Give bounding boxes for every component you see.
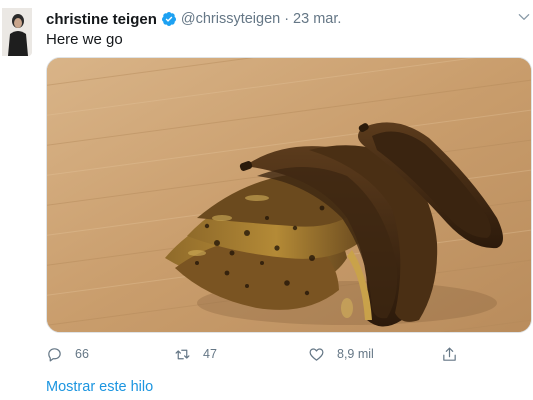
tweet-photo[interactable] bbox=[46, 57, 532, 333]
heart-icon bbox=[309, 347, 324, 361]
tweet[interactable]: christine teigen @chrissyteigen · 23 mar… bbox=[0, 0, 533, 400]
reply-count: 66 bbox=[75, 347, 89, 361]
chevron-down-icon[interactable] bbox=[517, 10, 531, 24]
retweet-count: 47 bbox=[203, 347, 217, 361]
bananas-photo bbox=[47, 58, 531, 332]
tweet-text: Here we go bbox=[46, 31, 123, 48]
display-name[interactable]: christine teigen bbox=[46, 11, 157, 28]
retweet-icon bbox=[175, 349, 190, 359]
verified-badge-icon bbox=[161, 12, 176, 26]
like-count: 8,9 mil bbox=[337, 347, 374, 361]
timestamp[interactable]: 23 mar. bbox=[293, 11, 341, 27]
like-button[interactable]: 8,9 mil bbox=[308, 343, 374, 365]
share-button[interactable] bbox=[441, 343, 458, 365]
reply-button[interactable]: 66 bbox=[46, 343, 89, 365]
retweet-button[interactable]: 47 bbox=[174, 343, 217, 365]
tweet-actions: 66 47 8,9 mil bbox=[46, 343, 516, 365]
user-handle[interactable]: @chrissyteigen bbox=[181, 11, 280, 27]
tweet-header: christine teigen @chrissyteigen · 23 mar… bbox=[46, 9, 341, 29]
reply-icon bbox=[48, 347, 61, 361]
separator-dot: · bbox=[284, 11, 290, 27]
share-icon bbox=[443, 347, 456, 361]
avatar-image bbox=[2, 8, 32, 56]
show-thread-link[interactable]: Mostrar este hilo bbox=[46, 379, 153, 395]
avatar[interactable] bbox=[2, 8, 32, 56]
